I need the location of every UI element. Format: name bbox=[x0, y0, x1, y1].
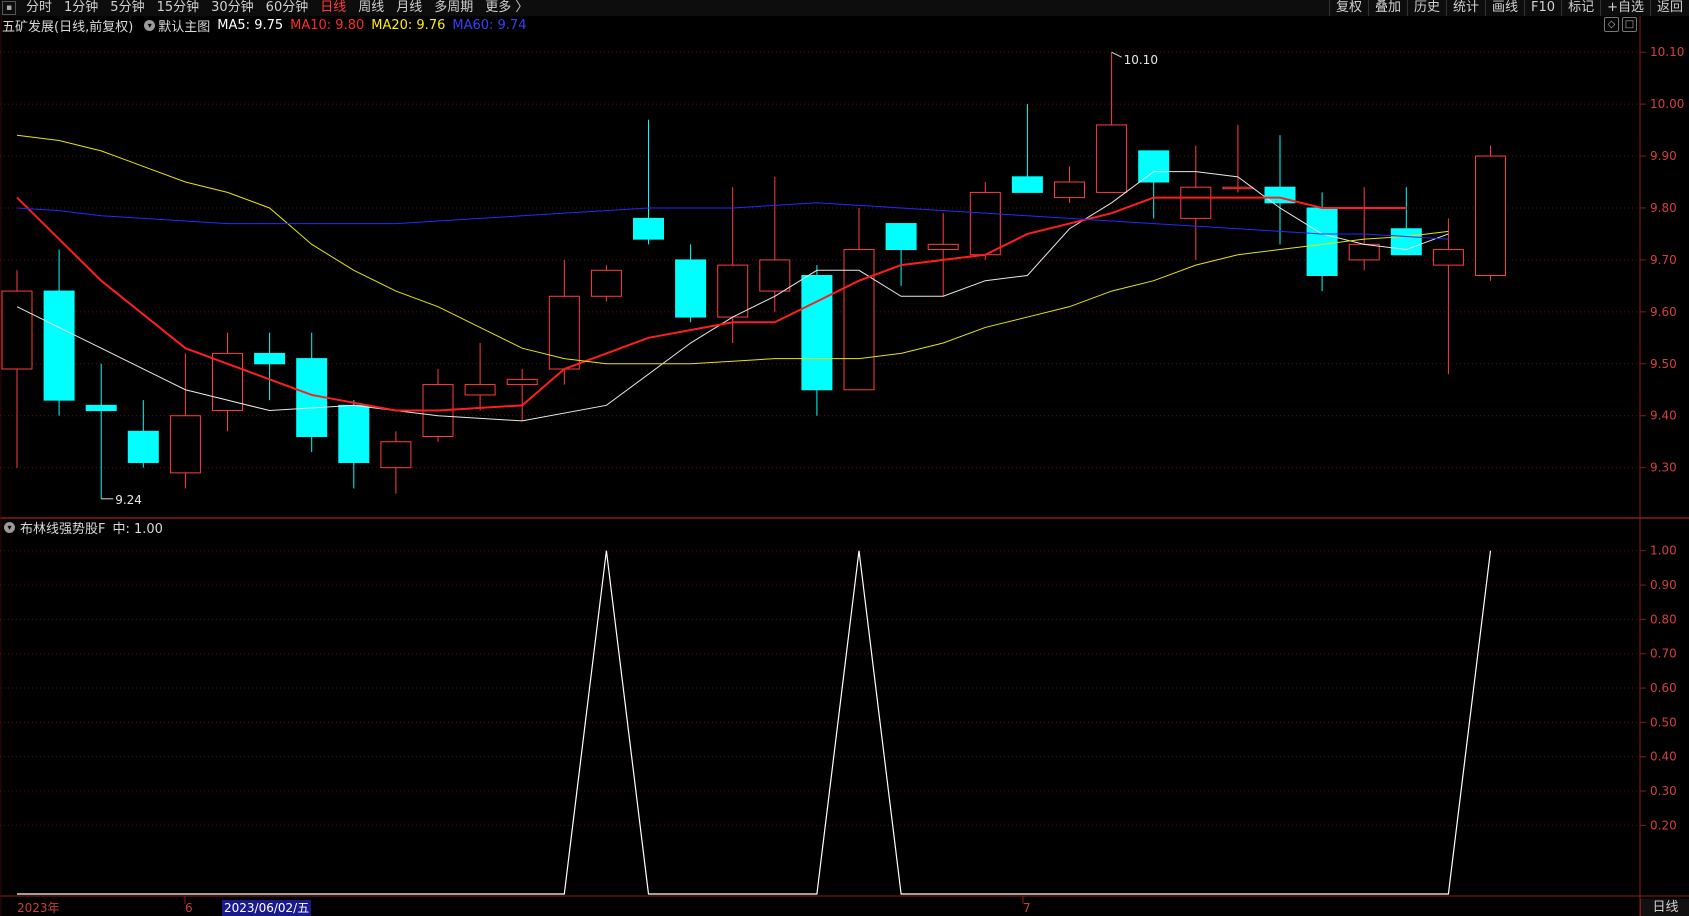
candle-body-up bbox=[1475, 155, 1506, 276]
indicator-tick-label-7: 0.30 bbox=[1650, 784, 1677, 798]
candle-body-up bbox=[1096, 124, 1128, 193]
price-tick-label-3: 9.80 bbox=[1650, 201, 1677, 215]
x-axis-label-year: 2023年 bbox=[17, 901, 60, 915]
candle-body-up bbox=[464, 384, 496, 396]
high-marker-arrow bbox=[1111, 51, 1122, 58]
candle-body-down bbox=[254, 352, 286, 365]
x-axis-label-july: 7 bbox=[1023, 901, 1031, 915]
indicator-tick-label-1: 0.90 bbox=[1650, 578, 1677, 592]
low-price-label: 9.24 bbox=[115, 493, 142, 507]
candle-body-down bbox=[127, 430, 159, 463]
indicator-tick-label-4: 0.60 bbox=[1650, 681, 1677, 695]
indicator-tick-label-8: 0.20 bbox=[1650, 818, 1677, 832]
price-tick-label-8: 9.30 bbox=[1650, 461, 1677, 475]
indicator-tick-label-0: 1.00 bbox=[1650, 544, 1677, 558]
candle-body-up bbox=[506, 378, 538, 386]
candle-body-down bbox=[1306, 207, 1338, 276]
candle-body-up bbox=[969, 191, 1001, 256]
candle-body-down bbox=[85, 404, 117, 412]
price-tick-label-5: 9.60 bbox=[1650, 305, 1677, 319]
crosshair-date-label: 2023/06/02/五 bbox=[222, 900, 312, 916]
candle-body-up bbox=[1, 290, 33, 370]
indicator-tick-label-5: 0.50 bbox=[1650, 715, 1677, 729]
indicator-tick-label-2: 0.80 bbox=[1650, 612, 1677, 626]
candle-body-down bbox=[338, 404, 370, 463]
price-tick-label-2: 9.90 bbox=[1650, 149, 1677, 163]
candle-body-down bbox=[633, 217, 664, 240]
candle-body-down bbox=[43, 290, 75, 401]
price-tick-label-7: 9.40 bbox=[1650, 409, 1677, 423]
candle-body-up bbox=[548, 295, 580, 370]
price-tick-label-4: 9.70 bbox=[1650, 253, 1677, 267]
candle-body-down bbox=[675, 259, 707, 318]
period-tab-bottom[interactable]: 日线 bbox=[1640, 899, 1689, 916]
candle-body-up bbox=[1054, 181, 1085, 199]
price-tick-label-0: 10.10 bbox=[1650, 45, 1684, 59]
candle-body-up bbox=[169, 415, 201, 474]
x-axis-label-june: 6 bbox=[185, 901, 193, 915]
indicator-tick-label-3: 0.70 bbox=[1650, 647, 1677, 661]
candle-body-up bbox=[927, 243, 959, 251]
price-tick-label-6: 9.50 bbox=[1650, 357, 1677, 371]
indicator-tick-label-6: 0.40 bbox=[1650, 750, 1677, 764]
candle-body-down bbox=[1011, 176, 1043, 193]
candle-body-up bbox=[717, 264, 749, 318]
indicator-line bbox=[17, 550, 1492, 895]
price-tick-label-1: 10.00 bbox=[1650, 97, 1684, 111]
candle-body-up bbox=[1180, 186, 1212, 219]
candle-body-down bbox=[885, 223, 917, 251]
candle-body-up bbox=[590, 269, 622, 297]
candle-body-up bbox=[1348, 243, 1380, 261]
candle-body-up bbox=[380, 441, 412, 469]
candle-body-down bbox=[1138, 150, 1170, 183]
candle-body-down bbox=[801, 275, 833, 391]
kline-chart[interactable]: 10.10 10.00 9.90 9.80 9.70 9.60 9.50 9.40 9.30 1.… bbox=[0, 0, 1689, 916]
candle-body-up bbox=[1432, 249, 1464, 266]
candle-body-up bbox=[1222, 186, 1254, 190]
candle-body-up bbox=[212, 352, 243, 412]
candle-body-up bbox=[759, 259, 791, 292]
high-price-label: 10.10 bbox=[1124, 53, 1158, 67]
candle-body-down bbox=[1390, 228, 1422, 256]
